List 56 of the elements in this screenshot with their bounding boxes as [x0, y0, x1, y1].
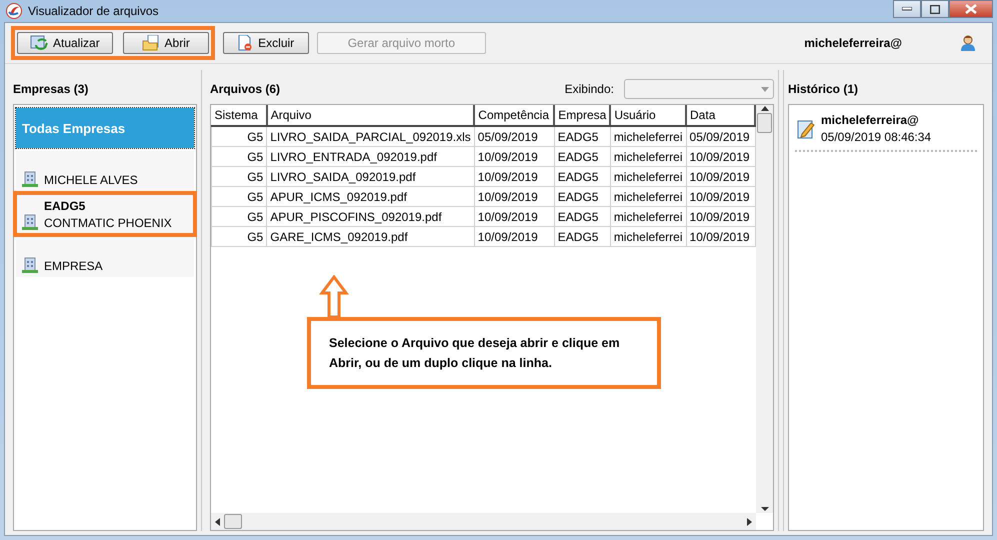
table-cell: 10/09/2019 [474, 146, 554, 166]
table-cell: EADG5 [554, 126, 610, 146]
column-header[interactable]: Arquivo [266, 105, 474, 126]
table-cell: 10/09/2019 [474, 186, 554, 206]
table-cell: EADG5 [554, 226, 610, 246]
table-cell: LIVRO_ENTRADA_092019.pdf [266, 146, 474, 166]
column-header[interactable]: Usuário [610, 105, 686, 126]
column-header[interactable]: Empresa [554, 105, 610, 126]
table-cell: GARE_ICMS_092019.pdf [266, 226, 474, 246]
table-cell: micheleferrei [610, 206, 686, 226]
table-cell: 10/09/2019 [686, 146, 755, 166]
panel-title: Histórico (1) [788, 81, 860, 98]
callout-text: Selecione o Arquivo que deseja abrir e clique em Abrir, ou de um duplo clique na linha. [307, 317, 661, 389]
table-cell: 05/09/2019 [686, 126, 755, 146]
table-cell: micheleferrei [610, 186, 686, 206]
table-cell: 05/09/2019 [474, 126, 554, 146]
window-title: Visualizador de arquivos [28, 4, 159, 18]
table-cell: APUR_PISCOFINS_092019.pdf [266, 206, 474, 226]
panel-title: Arquivos (6) [210, 81, 282, 98]
table-cell: LIVRO_SAIDA_PARCIAL_092019.xls [266, 126, 474, 146]
history-time: 05/09/2019 08:46:34 [821, 130, 932, 144]
refresh-button[interactable]: Atualizar [17, 32, 113, 54]
table-cell: EADG5 [554, 206, 610, 226]
company-item[interactable]: MICHELE ALVES [16, 151, 194, 191]
table-cell: APUR_ICMS_092019.pdf [266, 186, 474, 206]
table-cell: EADG5 [554, 146, 610, 166]
user-name: micheleferreira@ [804, 36, 902, 50]
table-cell: G5 [212, 146, 267, 166]
table-cell: EADG5 [554, 166, 610, 186]
table-cell: EADG5 [554, 186, 610, 206]
table-cell: 10/09/2019 [474, 226, 554, 246]
table-cell: 10/09/2019 [474, 206, 554, 226]
table-cell: G5 [212, 166, 267, 186]
company-item[interactable]: EADG5 CONTMATIC PHOENIX [16, 194, 194, 234]
company-item[interactable]: EMPRESA [16, 237, 194, 277]
table-cell: 10/09/2019 [686, 206, 755, 226]
table-cell: 10/09/2019 [474, 166, 554, 186]
table-cell: G5 [212, 186, 267, 206]
table-cell: 10/09/2019 [686, 166, 755, 186]
table-cell: micheleferrei [610, 146, 686, 166]
filter-label: Exibindo: [564, 82, 614, 96]
table-cell: LIVRO_SAIDA_092019.pdf [266, 166, 474, 186]
column-header[interactable]: Competência [474, 105, 554, 126]
table-cell: G5 [212, 126, 267, 146]
table-cell: 10/09/2019 [686, 186, 755, 206]
table-cell: micheleferrei [610, 226, 686, 246]
delete-button[interactable]: Excluir [222, 32, 309, 54]
table-cell: micheleferrei [610, 126, 686, 146]
table-cell: G5 [212, 206, 267, 226]
column-header[interactable]: Sistema [212, 105, 267, 126]
panel-title: Empresas (3) [13, 81, 90, 98]
table-cell: 10/09/2019 [686, 226, 755, 246]
open-button[interactable]: Abrir [122, 32, 209, 54]
history-user: micheleferreira@ [821, 113, 920, 127]
table-cell: G5 [212, 226, 267, 246]
table-cell: micheleferrei [610, 166, 686, 186]
